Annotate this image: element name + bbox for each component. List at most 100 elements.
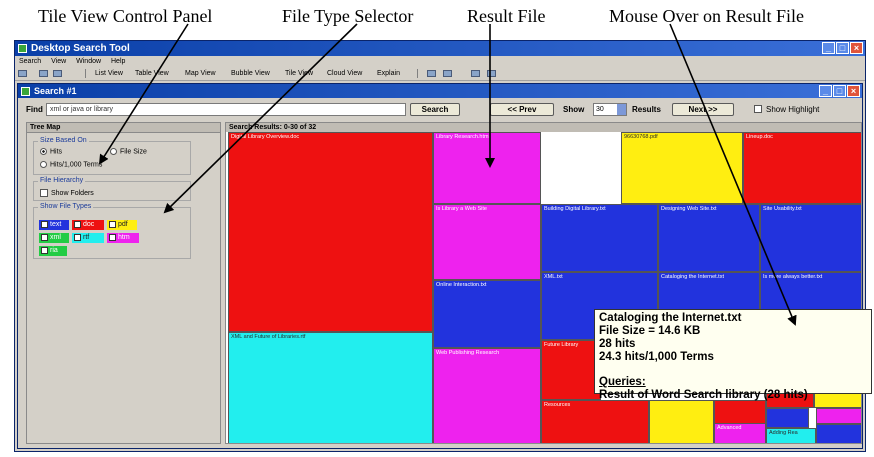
size-based-on-group: Size Based On Hits File Size Hits/1,000 …	[33, 137, 191, 175]
result-file-tile[interactable]: Lineup.doc	[743, 132, 861, 204]
file-types-group-title: Show File Types	[38, 203, 94, 210]
prev-button[interactable]: << Prev	[490, 103, 554, 116]
radio-hits[interactable]: Hits	[40, 148, 62, 155]
search-button[interactable]: Search	[410, 103, 460, 116]
result-file-tile[interactable]: Designing Web Site.txt	[658, 204, 760, 272]
menu-window[interactable]: Window	[76, 58, 101, 65]
save-icon[interactable]	[53, 70, 62, 77]
file-type-ria[interactable]: ria	[39, 246, 67, 256]
result-file-label: Designing Web Site.txt	[661, 206, 717, 212]
result-file-tile[interactable]: Site Usability.txt	[760, 204, 861, 272]
search-window-title: Search #1	[34, 86, 77, 96]
radio-icon	[40, 161, 47, 168]
tab-tile-view[interactable]: Tile View	[285, 67, 313, 80]
new-search-icon[interactable]	[18, 70, 27, 77]
maximize-icon[interactable]: □	[833, 85, 846, 97]
result-file-tile[interactable]: Resources	[541, 400, 649, 443]
result-file-label: Advanced	[717, 425, 742, 431]
show-folders-checkbox[interactable]: Show Folders	[40, 189, 94, 197]
file-type-pdf[interactable]: pdf	[107, 220, 137, 230]
grid-icon[interactable]	[471, 70, 480, 77]
results-count-value: 30	[596, 106, 604, 113]
tooltip-rate: 24.3 hits/1,000 Terms	[599, 351, 714, 363]
radio-hits-terms[interactable]: Hits/1,000 Terms	[40, 161, 102, 168]
search-input[interactable]: xml or java or library	[46, 103, 406, 116]
file-type-text[interactable]: text	[39, 220, 69, 230]
minimize-icon[interactable]: _	[822, 42, 835, 54]
menu-help[interactable]: Help	[111, 58, 125, 65]
result-file-tile[interactable]: XML and Future of Libraries.rtf	[228, 332, 433, 443]
result-file-tile[interactable]: Is Library a Web Site	[433, 204, 541, 280]
checkbox-icon	[41, 233, 48, 241]
result-file-tile[interactable]: Online Interaction.txt	[433, 280, 541, 348]
tile-view-control-panel: Tree Map Size Based On Hits File Size Hi…	[26, 122, 221, 444]
result-file-label: Web Publishing Research	[436, 350, 500, 356]
tab-table-view[interactable]: Table View	[135, 67, 169, 80]
tab-bubble-view[interactable]: Bubble View	[231, 67, 270, 80]
file-type-htm[interactable]: htm	[107, 233, 139, 243]
result-file-label: Digital Library Overview.doc	[231, 134, 300, 140]
result-file-tile[interactable]	[766, 408, 809, 428]
result-file-label: Is Library a Web Site	[436, 206, 487, 212]
results-count-select[interactable]: 30	[593, 103, 627, 116]
file-hierarchy-group: File Hierarchy Show Folders	[33, 177, 191, 201]
open-icon[interactable]	[39, 70, 48, 77]
close-icon[interactable]: ×	[850, 42, 863, 54]
tooltip-query-result: Result of Word Search library (28 hits)	[599, 389, 808, 401]
file-type-doc[interactable]: doc	[72, 220, 104, 230]
radio-file-size[interactable]: File Size	[110, 148, 147, 155]
file-type-selector: Show File Types text doc pdf xml rtf htm ria	[33, 203, 191, 259]
result-file-tile[interactable]: Library Research.htm	[433, 132, 541, 204]
close-icon[interactable]: ×	[847, 85, 860, 97]
minimize-icon[interactable]: _	[819, 85, 832, 97]
layout-icon[interactable]	[427, 70, 436, 77]
result-file-tile[interactable]: Building Digital Library.txt	[541, 204, 658, 272]
radio-hits-terms-label: Hits/1,000 Terms	[50, 161, 103, 169]
result-file-label: Future Library	[544, 342, 579, 348]
checkbox-icon	[40, 189, 48, 197]
show-highlight-checkbox[interactable]	[754, 105, 762, 113]
result-file-label: Site Usability.txt	[763, 206, 802, 212]
result-file-label: Lineup.doc	[746, 134, 773, 140]
tab-explain[interactable]: Explain	[377, 67, 400, 80]
radio-selected-icon	[40, 148, 47, 155]
result-file-tile[interactable]: Adding Rea	[766, 428, 816, 443]
panel-title: Tree Map	[27, 123, 220, 133]
result-file-tile[interactable]: Digital Library Overview.doc	[228, 132, 433, 332]
file-type-xml[interactable]: xml	[39, 233, 69, 243]
result-file-tile[interactable]	[816, 408, 861, 424]
tab-map-view[interactable]: Map View	[185, 67, 216, 80]
result-file-tile[interactable]: Web Publishing Research	[433, 348, 541, 443]
result-file-label: XML and Future of Libraries.rtf	[231, 334, 306, 340]
app-icon	[18, 44, 27, 53]
file-type-label: xml	[50, 234, 61, 241]
chevron-down-icon	[617, 104, 626, 115]
checkbox-icon	[74, 233, 81, 241]
result-file-tile[interactable]: 96630768.pdf	[621, 132, 743, 204]
caption-mouse-over: Mouse Over on Result File	[609, 6, 804, 26]
file-type-rtf[interactable]: rtf	[72, 233, 104, 243]
result-file-tile[interactable]: Future Library	[541, 340, 601, 400]
tab-cloud-view[interactable]: Cloud View	[327, 67, 362, 80]
maximize-icon[interactable]: □	[836, 42, 849, 54]
file-type-label: doc	[83, 221, 95, 228]
tab-list-view[interactable]: List View	[95, 67, 123, 80]
search-window-icon	[21, 87, 30, 96]
result-file-tile[interactable]	[816, 424, 861, 443]
split-icon[interactable]	[443, 70, 452, 77]
checkbox-icon	[74, 220, 81, 228]
result-file-tile[interactable]: Advanced	[714, 423, 766, 443]
table-icon[interactable]	[487, 70, 496, 77]
next-button[interactable]: Next >>	[672, 103, 734, 116]
caption-result-file: Result File	[467, 6, 546, 26]
hierarchy-group-title: File Hierarchy	[38, 177, 86, 184]
menu-view[interactable]: View	[51, 58, 66, 65]
radio-icon	[110, 148, 117, 155]
result-file-tile[interactable]	[649, 400, 714, 443]
app-titlebar: Desktop Search Tool _ □ ×	[15, 41, 865, 56]
menu-search[interactable]: Search	[19, 58, 41, 65]
result-file-label: Cataloging the Internet.txt	[661, 274, 724, 280]
result-file-label: 96630768.pdf	[624, 134, 658, 140]
result-file-label: Adding Rea	[769, 430, 798, 436]
result-file-label: XML.txt	[544, 274, 563, 280]
